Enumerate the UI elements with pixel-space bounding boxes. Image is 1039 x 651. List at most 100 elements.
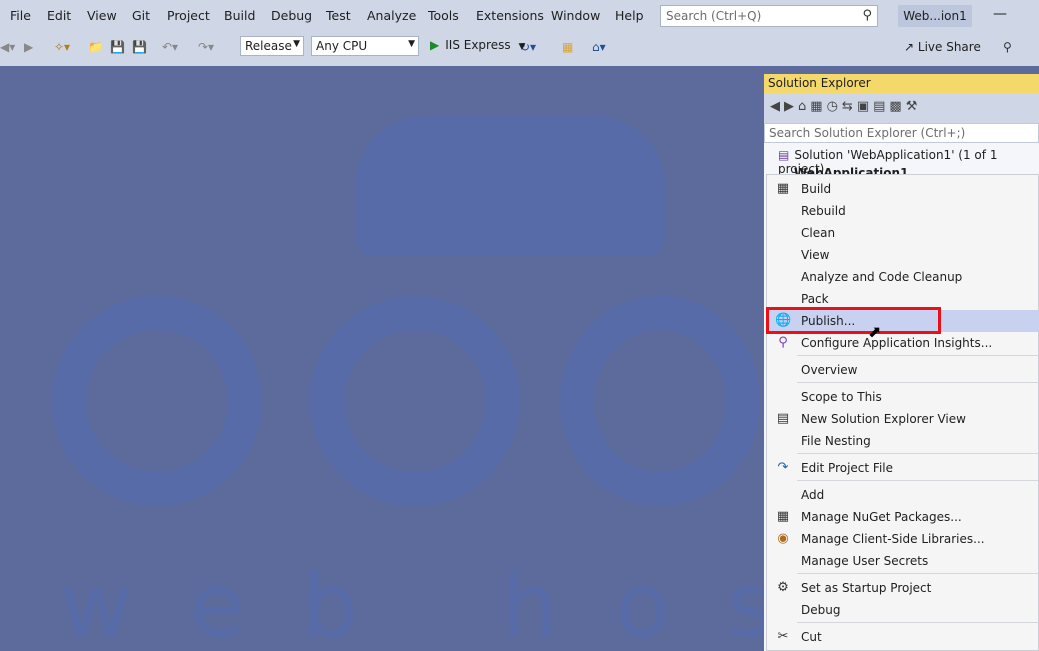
menu-project[interactable]: Project <box>167 8 210 23</box>
save-icon[interactable]: 💾 <box>110 40 125 58</box>
menu-item-view[interactable]: View <box>767 244 1039 266</box>
menu-item-new-se-view[interactable]: ▤ New Solution Explorer View <box>767 408 1039 430</box>
share-icon: ↗ <box>904 40 915 54</box>
browser-link-icon[interactable]: ▦ <box>562 40 573 58</box>
project-label: WebApplication1 <box>794 166 909 174</box>
menu-item-set-startup[interactable]: ⚙ Set as Startup Project <box>767 577 1039 599</box>
menu-git[interactable]: Git <box>132 8 150 23</box>
home-icon[interactable]: ⌂▾ <box>592 40 606 58</box>
lightbulb-icon: ⚲ <box>778 335 788 350</box>
menu-item-overview[interactable]: Overview <box>767 359 1039 381</box>
feedback-icon[interactable]: ⚲ <box>1003 40 1012 58</box>
menu-item-cut[interactable]: ✂ Cut <box>767 626 1039 648</box>
open-folder-icon[interactable]: 📁 <box>88 40 103 58</box>
cloud-logo-icon <box>355 116 665 256</box>
menu-test[interactable]: Test <box>326 8 351 23</box>
menu-separator <box>797 453 1039 454</box>
search-icon: ⚲ <box>862 8 872 23</box>
menu-item-app-insights[interactable]: ⚲ Configure Application Insights... <box>767 332 1039 354</box>
platform-value: Any CPU <box>316 39 368 53</box>
scissors-icon: ✂ <box>777 629 789 644</box>
menu-debug[interactable]: Debug <box>271 8 312 23</box>
redo-icon[interactable]: ↷▾ <box>198 40 214 58</box>
show-all-files-icon[interactable]: ▤ <box>873 99 889 114</box>
menu-separator <box>797 480 1039 481</box>
collapse-all-icon[interactable]: ▣ <box>857 99 873 114</box>
run-button[interactable]: ▶ IIS Express ▼ <box>430 38 525 52</box>
window-icon: ▤ <box>776 411 790 426</box>
watermark-shape <box>52 296 262 506</box>
gear-icon: ⚙ <box>777 580 789 595</box>
configuration-value: Release <box>245 39 292 53</box>
redo-arrow-icon: ↷ <box>777 460 789 475</box>
watermark-shape <box>310 296 520 506</box>
home-icon[interactable]: ⌂ <box>798 99 810 114</box>
platform-dropdown[interactable]: Any CPU ▼ <box>311 36 419 56</box>
live-share-label: Live Share <box>917 40 981 54</box>
menu-edit[interactable]: Edit <box>47 8 71 23</box>
search-placeholder: Search (Ctrl+Q) <box>666 9 762 23</box>
back-icon[interactable]: ◀▾ <box>0 40 15 58</box>
minimize-button[interactable]: — <box>993 6 1007 22</box>
build-icon: ▦ <box>776 181 790 196</box>
menu-window[interactable]: Window <box>551 8 600 23</box>
menu-item-rebuild[interactable]: Rebuild <box>767 200 1039 222</box>
save-all-icon[interactable]: 💾 <box>132 40 147 58</box>
forward-icon[interactable]: ▶ <box>784 99 798 114</box>
library-icon: ◉ <box>777 531 789 546</box>
new-project-icon[interactable]: ✧▾ <box>54 40 70 58</box>
menu-item-user-secrets[interactable]: Manage User Secrets <box>767 550 1039 572</box>
project-node[interactable]: WebApplication1 <box>794 166 908 174</box>
run-target-label: IIS Express <box>445 38 511 52</box>
menu-tools[interactable]: Tools <box>428 8 459 23</box>
history-icon[interactable]: ◷ <box>827 99 842 114</box>
editor-area: web hosting <box>0 66 764 651</box>
menu-item-file-nesting[interactable]: File Nesting <box>767 430 1039 452</box>
chevron-down-icon: ▼ <box>518 42 526 52</box>
menu-item-edit-project-file[interactable]: ↷ Edit Project File <box>767 457 1039 479</box>
menu-item-scope-to-this[interactable]: Scope to This <box>767 386 1039 408</box>
mouse-cursor-icon: ⬈ <box>868 322 882 341</box>
menu-item-debug[interactable]: Debug <box>767 599 1039 621</box>
menu-item-manage-nuget[interactable]: ▦ Manage NuGet Packages... <box>767 506 1039 528</box>
menu-item-build[interactable]: ▦ Build <box>767 178 1039 200</box>
window-title: Web...ion1 <box>898 5 972 27</box>
live-share-button[interactable]: ↗ Live Share <box>904 40 981 54</box>
solution-explorer-toolbar: ◀▶⌂▦◷⇆▣▤▩⚒ <box>764 93 1039 123</box>
watermark-shape <box>560 296 760 506</box>
menu-separator <box>797 355 1039 356</box>
menu-separator <box>797 622 1039 623</box>
menu-help[interactable]: Help <box>615 8 644 23</box>
chevron-down-icon: ▼ <box>293 39 300 49</box>
menu-item-clean[interactable]: Clean <box>767 222 1039 244</box>
forward-icon[interactable]: ▶ <box>24 40 33 58</box>
menu-extensions[interactable]: Extensions <box>476 8 544 23</box>
menu-item-client-side-libraries[interactable]: ◉ Manage Client-Side Libraries... <box>767 528 1039 550</box>
menu-bar: File Edit View Git Project Build Debug T… <box>0 0 1039 32</box>
play-icon: ▶ <box>430 38 440 52</box>
menu-separator <box>797 573 1039 574</box>
undo-icon[interactable]: ↶▾ <box>162 40 178 58</box>
menu-analyze[interactable]: Analyze <box>367 8 416 23</box>
menu-item-analyze-cleanup[interactable]: Analyze and Code Cleanup <box>767 266 1039 288</box>
sync-icon[interactable]: ⇆ <box>842 99 857 114</box>
highlight-box <box>766 307 941 334</box>
chevron-down-icon: ▼ <box>408 39 415 49</box>
preview-icon[interactable]: ▩ <box>889 99 905 114</box>
menu-build[interactable]: Build <box>224 8 255 23</box>
solution-icon: ▤ <box>778 148 790 162</box>
back-icon[interactable]: ◀ <box>770 99 784 114</box>
solution-explorer-title: Solution Explorer <box>764 74 1039 93</box>
search-input[interactable]: Search (Ctrl+Q) ⚲ <box>660 5 878 27</box>
watermark-text: web hosting <box>60 554 764 651</box>
package-icon: ▦ <box>776 509 790 524</box>
menu-item-add[interactable]: Add <box>767 484 1039 506</box>
menu-file[interactable]: File <box>10 8 31 23</box>
solution-search-input[interactable]: Search Solution Explorer (Ctrl+;) <box>764 123 1039 143</box>
menu-view[interactable]: View <box>87 8 117 23</box>
properties-icon[interactable]: ⚒ <box>906 99 922 114</box>
context-menu: ▦ Build Rebuild Clean View Analyze and Co… <box>766 174 1039 651</box>
menu-separator <box>797 382 1039 383</box>
configuration-dropdown[interactable]: Release ▼ <box>240 36 304 56</box>
switch-views-icon[interactable]: ▦ <box>810 99 826 114</box>
